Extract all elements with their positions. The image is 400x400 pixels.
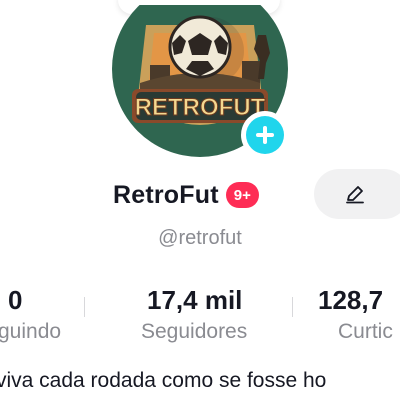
display-name: RetroFut [113,180,219,209]
profile-bio: viva cada rodada como se fosse ho [0,369,327,392]
soccer-ball-icon [168,15,232,79]
add-photo-button[interactable] [241,111,289,159]
following-label: guindo [0,320,62,343]
followers-label: Seguidores [141,320,248,343]
plus-icon [256,126,274,144]
following-count[interactable]: 0 [8,285,22,316]
logo-wordmark: RETROFUT [135,94,266,121]
profile-handle: @retrofut [158,227,242,249]
likes-label: Curtic [338,320,393,343]
notification-badge[interactable]: 9+ [225,182,259,208]
edit-profile-button[interactable] [314,169,400,219]
followers-count[interactable]: 17,4 mil [147,285,242,316]
likes-count[interactable]: 128,7 [318,285,383,316]
profile-name-row: RetroFut 9+ [113,176,259,214]
stat-divider [292,297,293,317]
stat-divider [84,297,85,317]
avatar[interactable]: RETROFUT [110,5,290,165]
pencil-icon [346,186,364,204]
